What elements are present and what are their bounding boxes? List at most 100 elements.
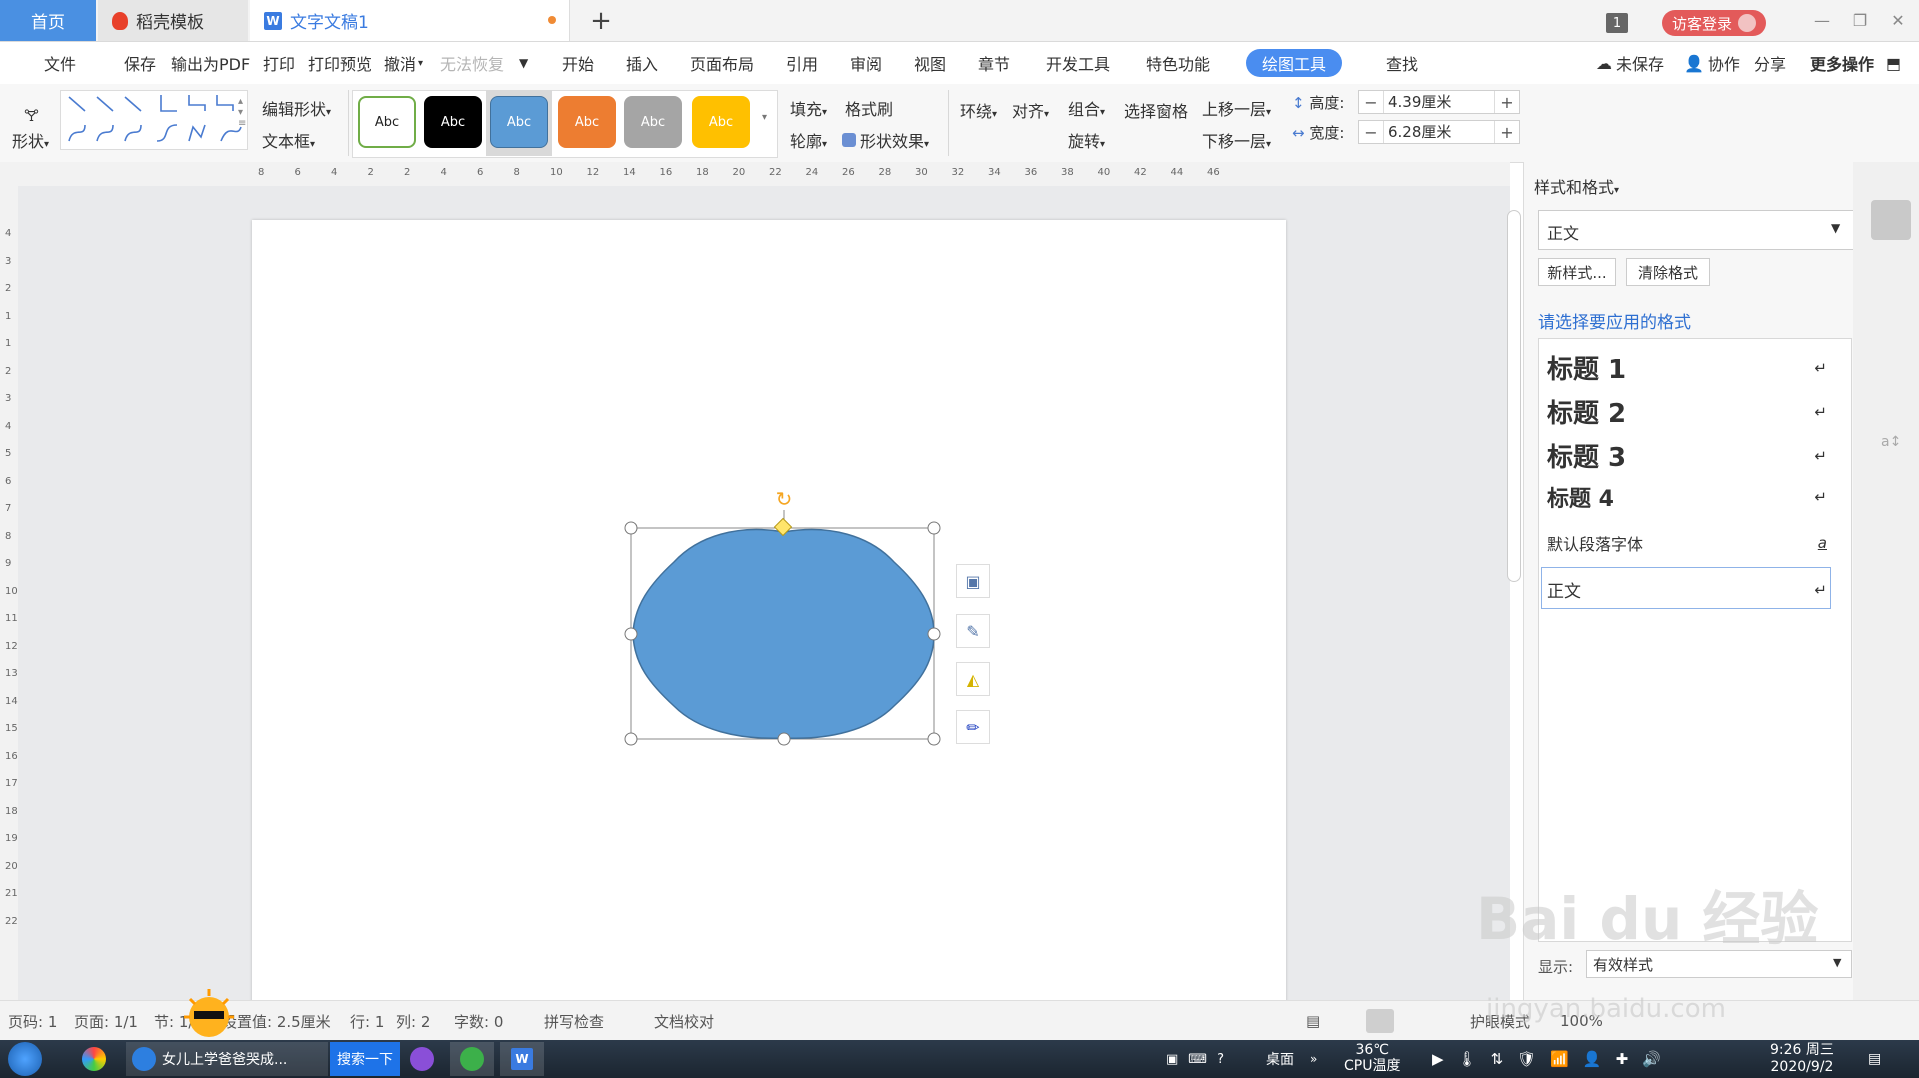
taskbar-clock[interactable]: 9:26 周三 2020/9/2 [1770, 1042, 1834, 1076]
status-col[interactable]: 列: 2 [396, 1001, 430, 1041]
menu-undo[interactable]: 撤消 ▾ [384, 42, 423, 84]
shapes-icon[interactable]: 🝖 [24, 98, 39, 131]
menu-references[interactable]: 引用 [786, 42, 818, 84]
tray-icons-left[interactable]: ▣ ⌨? [1166, 1042, 1224, 1076]
width-value[interactable]: 6.28厘米 [1383, 121, 1495, 143]
menu-start[interactable]: 开始 [562, 42, 594, 84]
current-style-select[interactable]: 正文 ▼ [1538, 210, 1854, 250]
line-shape-gallery[interactable] [60, 90, 248, 150]
guest-login-button[interactable]: 访客登录 [1662, 10, 1766, 36]
read-mode-icon[interactable]: ▤ [1306, 1001, 1320, 1041]
style-gallery-more-icon[interactable]: ▾ [762, 112, 767, 123]
menu-chapter[interactable]: 章节 [978, 42, 1010, 84]
line-shape-icons[interactable] [61, 91, 247, 149]
menu-special[interactable]: 特色功能 [1146, 42, 1210, 84]
close-button[interactable]: ✕ [1884, 8, 1912, 32]
tab-home[interactable]: 首页 [0, 0, 96, 41]
taskbar-video-icon[interactable] [410, 1042, 434, 1076]
style-sample-blue[interactable]: Abc [490, 96, 548, 148]
width-stepper[interactable]: − 6.28厘米 + [1358, 120, 1520, 144]
menu-save[interactable]: 保存 [124, 42, 156, 84]
quick-access-dropdown-icon[interactable]: ▼ [519, 42, 528, 84]
more-actions-button[interactable]: 更多操作 [1810, 42, 1874, 84]
taskbar-app-colorful-icon[interactable] [82, 1042, 106, 1076]
menu-dev-tools[interactable]: 开发工具 [1046, 42, 1110, 84]
minimize-button[interactable]: — [1808, 8, 1836, 32]
status-row[interactable]: 行: 1 [350, 1001, 384, 1041]
menu-view[interactable]: 视图 [914, 42, 946, 84]
menu-print[interactable]: 打印 [263, 42, 295, 84]
text-box-button[interactable]: 文本框▾ [262, 128, 315, 152]
height-decrease-button[interactable]: − [1359, 93, 1383, 112]
style-sample-gold[interactable]: Abc [692, 96, 750, 148]
style-item-heading1[interactable]: 标题 1 ↵ [1547, 349, 1827, 386]
new-tab-button[interactable]: + [588, 0, 614, 41]
resize-handle-ne[interactable] [927, 521, 941, 535]
scrollbar-thumb[interactable] [1507, 210, 1521, 582]
system-tray[interactable]: ▶ 🌡 ⇅ 🛡 📶 👤 ✚ 🔊 [1432, 1042, 1661, 1076]
taskbar-search-button[interactable]: 搜索一下 [330, 1042, 400, 1076]
clear-format-button[interactable]: 清除格式 [1626, 258, 1710, 286]
collapse-ribbon-icon[interactable]: ⬒ [1886, 42, 1901, 84]
taskbar-expand-icon[interactable]: » [1310, 1042, 1317, 1076]
height-stepper[interactable]: − 4.39厘米 + [1358, 90, 1520, 114]
styles-panel-title[interactable]: 样式和格式▾ [1534, 174, 1619, 198]
page-view-icon[interactable] [1366, 1009, 1394, 1033]
style-sample-white[interactable]: Abc [358, 96, 416, 148]
menu-insert[interactable]: 插入 [626, 42, 658, 84]
resize-handle-se[interactable] [927, 732, 941, 746]
vertical-scrollbar[interactable] [1505, 210, 1521, 582]
taskbar-desktop-button[interactable]: 桌面 [1266, 1042, 1294, 1076]
menu-review[interactable]: 审阅 [850, 42, 882, 84]
menu-find[interactable]: 查找 [1386, 42, 1418, 84]
style-sample-orange[interactable]: Abc [558, 96, 616, 148]
fill-color-icon[interactable]: ◭ [956, 662, 990, 696]
style-sample-gray[interactable]: Abc [624, 96, 682, 148]
notification-icon[interactable]: ▤ [1868, 1042, 1881, 1076]
status-words[interactable]: 字数: 0 [454, 1001, 503, 1041]
tab-document[interactable]: W 文字文稿1 [250, 0, 570, 41]
style-sample-black[interactable]: Abc [424, 96, 482, 148]
collaborate-button[interactable]: 👤 协作 [1684, 42, 1740, 84]
shape-button[interactable]: 形状▾ [12, 128, 49, 152]
translate-icon[interactable]: a↕ [1881, 434, 1901, 450]
tab-templates[interactable]: 稻壳模板 [98, 0, 248, 41]
menu-print-preview[interactable]: 打印预览 [308, 42, 372, 84]
style-item-heading3[interactable]: 标题 3 ↵ [1547, 437, 1827, 474]
style-item-heading4[interactable]: 标题 4 ↵ [1547, 481, 1827, 513]
gallery-scroll-icon[interactable]: ▴ ▾ ≡ [238, 96, 246, 129]
height-increase-button[interactable]: + [1495, 93, 1519, 112]
menu-redo[interactable]: 无法恢复 [440, 42, 504, 84]
resize-handle-nw[interactable] [624, 521, 638, 535]
resize-handle-w[interactable] [624, 627, 638, 641]
restore-button[interactable]: ❐ [1846, 8, 1874, 32]
new-style-button[interactable]: 新样式... [1538, 258, 1616, 286]
menu-drawing-tools[interactable]: 绘图工具 [1246, 49, 1343, 77]
side-panel-toggle-icon[interactable] [1871, 200, 1911, 240]
cpu-temp-widget[interactable]: 36℃ CPU温度 [1344, 1042, 1400, 1076]
selection-pane-button[interactable]: 选择窗格 [1124, 98, 1188, 122]
outline-button[interactable]: 轮廓▾ [790, 128, 827, 152]
status-page-no[interactable]: 页码: 1 [8, 1001, 57, 1041]
height-value[interactable]: 4.39厘米 [1383, 91, 1495, 113]
unsaved-button[interactable]: ☁ 未保存 [1596, 42, 1664, 84]
resize-handle-sw[interactable] [624, 732, 638, 746]
fill-button[interactable]: 填充▾ [790, 96, 827, 120]
shape-effects-button[interactable]: 形状效果▾ [842, 128, 929, 152]
send-backward-button[interactable]: 下移一层▾ [1202, 128, 1271, 152]
resize-handle-s[interactable] [777, 732, 791, 746]
selected-shape[interactable]: ↻ [620, 484, 950, 754]
share-button[interactable]: 分享 [1754, 42, 1786, 84]
taskbar-browser-item[interactable]: 女儿上学爸爸哭成... [126, 1042, 328, 1076]
status-setting[interactable]: 设置值: 2.5厘米 [222, 1001, 331, 1041]
taskbar-green-browser[interactable] [450, 1042, 494, 1076]
format-painter-button[interactable]: 格式刷 [845, 96, 893, 120]
bring-forward-button[interactable]: 上移一层▾ [1202, 96, 1271, 120]
ellipse-shape[interactable] [632, 528, 935, 739]
resize-handle-e[interactable] [927, 627, 941, 641]
wrap-button[interactable]: 环绕▾ [960, 98, 997, 122]
width-decrease-button[interactable]: − [1359, 123, 1383, 142]
doc-proof-button[interactable]: 文档校对 [654, 1001, 714, 1041]
spell-check-button[interactable]: 拼写检查 [544, 1001, 604, 1041]
rotate-handle-icon[interactable]: ↻ [776, 487, 793, 511]
